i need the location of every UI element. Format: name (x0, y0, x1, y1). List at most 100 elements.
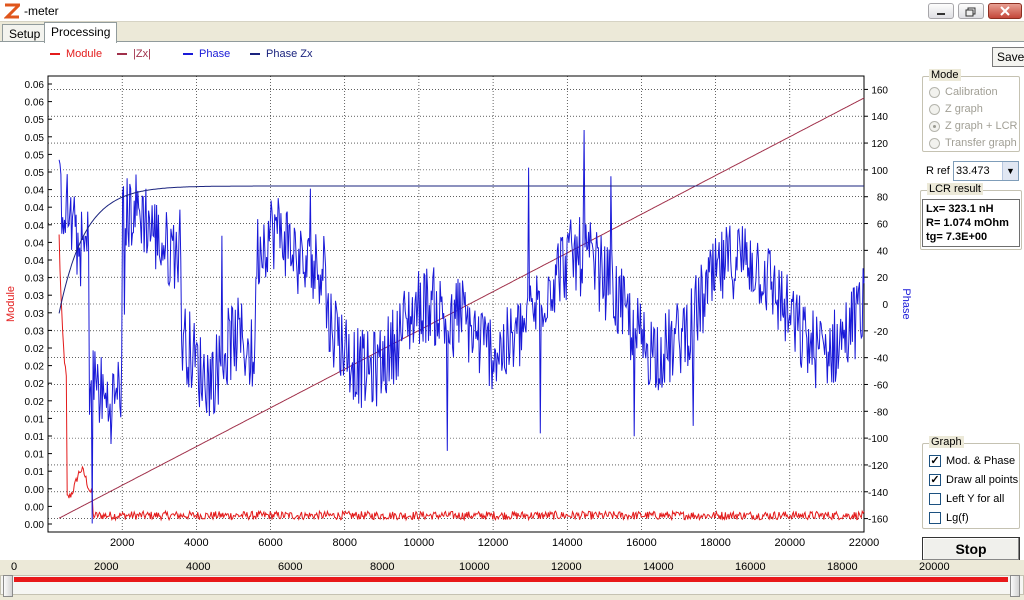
x-tick-label: 20000 (775, 537, 806, 549)
graph-group: Graph ✓ Mod. & Phase ✓ Draw all points Lef… (922, 436, 1020, 529)
left-tick-label: 0.03 (25, 309, 45, 320)
left-tick-label: 0.02 (25, 344, 45, 355)
tab-setup[interactable]: Setup (2, 24, 48, 42)
rref-label: R ref (926, 165, 950, 177)
left-tick-label: 0.01 (25, 467, 45, 478)
ruler-label: 14000 (643, 561, 674, 573)
left-tick-label: 0.05 (25, 133, 45, 144)
y-axis-left-title: Module (5, 286, 17, 322)
left-y-for-all-checkbox[interactable]: Left Y for all (929, 493, 1004, 505)
left-tick-label: 0.02 (25, 397, 45, 408)
restore-icon (965, 7, 976, 17)
right-tick-label: -20 (874, 327, 889, 338)
lcr-group-title: LCR result (927, 183, 983, 195)
left-tick-label: 0.00 (25, 502, 45, 513)
right-tick-label: -80 (874, 407, 889, 418)
left-tick-label: 0.04 (25, 256, 45, 267)
lcr-resistance: R= 1.074 mOhm (926, 217, 1009, 229)
right-tick-label: 100 (871, 166, 888, 177)
tab-strip: Setup Processing (0, 22, 1024, 43)
left-tick-label: 0.05 (25, 168, 45, 179)
close-icon (1000, 6, 1010, 16)
app-logo-icon (4, 3, 20, 19)
left-tick-label: 0.01 (25, 432, 45, 443)
ruler-label: 12000 (551, 561, 582, 573)
checkbox-icon (929, 512, 941, 524)
x-tick-label: 16000 (626, 537, 657, 549)
x-tick-label: 10000 (404, 537, 435, 549)
x-tick-label: 8000 (332, 537, 356, 549)
ruler-label: 6000 (278, 561, 303, 573)
radio-icon (929, 103, 940, 115)
legend-zx: |Zx| (117, 48, 151, 60)
x-tick-label: 22000 (849, 537, 880, 549)
x-tick-label: 14000 (552, 537, 583, 549)
y-axis-right-title: Phase (900, 288, 912, 319)
chevron-down-icon[interactable]: ▼ (1002, 162, 1018, 180)
range-slider-bar[interactable] (14, 577, 1008, 582)
radio-icon (929, 86, 940, 98)
right-tick-label: 80 (877, 193, 889, 204)
mode-z-graph-lcr-radio[interactable]: Z graph + LCR (929, 120, 1017, 132)
left-tick-label: 0.01 (25, 414, 45, 425)
x-tick-label: 18000 (700, 537, 731, 549)
lcr-inductance: Lx= 323.1 nH (926, 203, 994, 215)
close-button[interactable] (988, 3, 1022, 19)
mode-transfer-graph-radio[interactable]: Transfer graph (929, 137, 1017, 149)
mode-group-title: Mode (929, 69, 961, 81)
minimize-button[interactable] (928, 3, 954, 19)
restore-button[interactable] (958, 3, 984, 19)
right-tick-label: -40 (874, 354, 889, 365)
save-button[interactable]: Save (992, 47, 1024, 67)
checkbox-checked-icon: ✓ (929, 455, 941, 467)
left-tick-label: 0.02 (25, 379, 45, 390)
lcr-result-box: Lx= 323.1 nH R= 1.074 mOhm tg= 7.3E+00 (922, 199, 1020, 247)
x-tick-label: 12000 (478, 537, 509, 549)
range-slider-left-handle[interactable] (3, 575, 13, 597)
left-tick-label: 0.04 (25, 238, 45, 249)
ruler-label: 4000 (186, 561, 211, 573)
chart: 2000 4000 6000 8000 10000 12000 14000 16000 1800… (5, 75, 912, 549)
ruler-label: 10000 (459, 561, 490, 573)
left-tick-label: 0.03 (25, 291, 45, 302)
left-tick-label: 0.02 (25, 362, 45, 373)
left-tick-label: 0.01 (25, 450, 45, 461)
mode-calibration-radio[interactable]: Calibration (929, 86, 998, 98)
lg-f-checkbox[interactable]: Lg(f) (929, 512, 969, 524)
rref-select[interactable]: 33.473 ▼ (953, 161, 1019, 181)
legend-phase-zx: Phase Zx (250, 48, 312, 60)
ruler-label: 20000 (919, 561, 950, 573)
left-tick-label: 0.04 (25, 203, 45, 214)
x-tick-label: 4000 (184, 537, 208, 549)
ruler-label: 2000 (94, 561, 119, 573)
right-tick-label: -160 (868, 515, 888, 526)
right-tick-label: 20 (877, 273, 889, 284)
left-tick-label: 0.06 (25, 80, 45, 91)
ruler-label: 18000 (827, 561, 858, 573)
ruler-label: 0 (11, 561, 18, 573)
right-tick-label: 0 (882, 300, 888, 311)
draw-all-points-checkbox[interactable]: ✓ Draw all points (929, 474, 1018, 486)
checkbox-icon (929, 493, 941, 505)
legend-module: Module (50, 48, 102, 60)
range-slider-right-handle[interactable] (1010, 575, 1020, 597)
minimize-icon (937, 13, 945, 15)
right-tick-label: 60 (877, 220, 889, 231)
title-bar: -meter (0, 0, 1024, 22)
tab-processing[interactable]: Processing (44, 22, 118, 43)
left-tick-label: 0.00 (25, 520, 45, 531)
right-tick-label: -120 (868, 461, 888, 472)
mode-z-graph-radio[interactable]: Z graph (929, 103, 983, 115)
right-tick-label: -100 (868, 434, 888, 445)
stop-button[interactable]: Stop (922, 537, 1020, 561)
right-tick-label: 140 (871, 112, 888, 123)
x-tick-label: 2000 (110, 537, 134, 549)
right-tick-label: -140 (868, 488, 888, 499)
mod-phase-checkbox[interactable]: ✓ Mod. & Phase (929, 455, 1015, 467)
left-tick-label: 0.04 (25, 221, 45, 232)
left-tick-label: 0.00 (25, 485, 45, 496)
window-title: -meter (24, 4, 59, 18)
lcr-tangent: tg= 7.3E+00 (926, 231, 988, 243)
left-tick-label: 0.03 (25, 326, 45, 337)
left-tick-label: 0.05 (25, 115, 45, 126)
